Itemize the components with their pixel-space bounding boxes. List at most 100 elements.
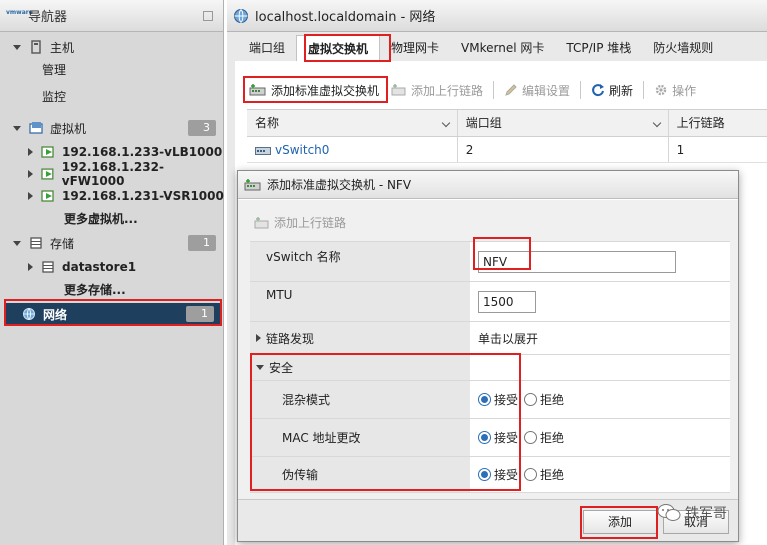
page-title: localhost.localdomain - 网络 — [255, 10, 436, 25]
form-row-name: vSwitch 名称 NFV — [250, 242, 730, 282]
chevron-down-icon[interactable] — [13, 44, 21, 50]
actions-button[interactable]: 操作 — [648, 77, 702, 103]
chevron-right-icon[interactable] — [28, 170, 33, 178]
mtu-cell: 1500 — [470, 282, 730, 321]
column-header-uplinks[interactable]: 上行链路 — [669, 110, 767, 136]
radio-selected-icon[interactable] — [478, 393, 491, 406]
nav-item-more-storage[interactable]: 更多存储... — [0, 278, 224, 300]
nav-item-storage[interactable]: 存储 1 — [0, 232, 224, 254]
add-uplink-label: 添加上行链路 — [274, 216, 347, 230]
vm-powered-on-icon — [41, 190, 54, 202]
watermark-text: 铁军哥 — [685, 506, 727, 522]
dialog-title: 添加标准虚拟交换机 - NFV — [267, 178, 412, 192]
toolbar-divider — [493, 81, 495, 99]
add-uplink-button[interactable]: 添加上行链路 — [385, 77, 489, 103]
forged-reject-radio[interactable]: 拒绝 — [524, 466, 564, 483]
nav-item-vm-vsr[interactable]: 192.168.1.231-VSR1000 — [0, 185, 224, 207]
toolbar-divider — [580, 81, 582, 99]
nav-item-more-vms[interactable]: 更多虚拟机... — [0, 207, 224, 229]
dialog-body: 添加上行链路 vSwitch 名称 NFV MTU 1500 链路发现 单击以展… — [238, 200, 738, 499]
chevron-down-icon[interactable] — [256, 365, 264, 370]
chevron-right-icon[interactable] — [28, 192, 33, 200]
nav-item-label: 192.168.1.231-VSR1000 — [62, 189, 224, 203]
chevron-right-icon[interactable] — [28, 148, 33, 156]
vswitch-link[interactable]: vSwitch0 — [275, 143, 329, 157]
chevron-right-icon[interactable] — [28, 263, 33, 271]
promiscuous-options: 接受 拒绝 — [470, 381, 730, 418]
column-label: 名称 — [255, 116, 280, 130]
nav-item-label: 192.168.1.232-vFW1000 — [61, 160, 164, 188]
network-count-badge: 1 — [186, 306, 214, 322]
chevron-right-icon[interactable] — [256, 334, 261, 342]
tab-physical-nics[interactable]: 物理网卡 — [380, 35, 450, 61]
form-row-security[interactable]: 安全 — [250, 355, 730, 381]
column-header-portgroups[interactable]: 端口组 — [458, 110, 669, 136]
radio-label: 接受 — [494, 431, 519, 445]
radio-unselected-icon[interactable] — [524, 393, 538, 406]
radio-unselected-icon[interactable] — [524, 431, 538, 444]
nav-item-vm-vfw[interactable]: 192.168.1.232-vFW1000 — [0, 160, 224, 188]
form-row-mac-change: MAC 地址更改 接受 拒绝 — [250, 419, 730, 457]
datastore-icon — [42, 261, 54, 273]
vswitch-name-input[interactable]: NFV — [478, 250, 676, 273]
gear-icon — [655, 84, 667, 96]
security-toggle[interactable]: 安全 — [250, 355, 470, 380]
vm-powered-on-icon — [41, 146, 54, 158]
link-discovery-value[interactable]: 单击以展开 — [470, 322, 730, 354]
nav-item-label: 更多虚拟机... — [64, 211, 138, 226]
pencil-icon — [505, 84, 517, 96]
tab-portgroups[interactable]: 端口组 — [238, 35, 296, 61]
refresh-label: 刷新 — [609, 83, 634, 98]
nav-item-host[interactable]: 主机 — [0, 36, 224, 58]
form-row-forged: 伪传输 接受 拒绝 — [250, 457, 730, 493]
chevron-down-icon[interactable] — [441, 118, 451, 128]
radio-selected-icon[interactable] — [478, 431, 491, 444]
nav-item-network[interactable]: 网络 1 — [6, 303, 220, 325]
dialog-add-uplink-button[interactable]: 添加上行链路 — [254, 214, 346, 231]
refresh-button[interactable]: 刷新 — [585, 77, 639, 103]
cell-uplinks: 1 — [676, 143, 685, 157]
mtu-input[interactable]: 1500 — [478, 290, 536, 313]
nav-item-vms[interactable]: 虚拟机 3 — [0, 117, 224, 139]
chevron-down-icon[interactable] — [13, 125, 21, 131]
column-header-name[interactable]: 名称 — [247, 110, 458, 136]
table-header: 名称 端口组 上行链路 — [247, 109, 767, 137]
collapse-icon[interactable] — [203, 11, 213, 21]
forged-label: 伪传输 — [250, 457, 470, 492]
chevron-down-icon[interactable] — [652, 118, 661, 128]
forged-accept-radio[interactable]: 接受 — [478, 466, 518, 483]
mac-change-reject-radio[interactable]: 拒绝 — [524, 429, 564, 446]
tab-firewall-rules[interactable]: 防火墙规则 — [642, 35, 724, 61]
security-value — [470, 355, 730, 380]
vm-powered-on-icon — [41, 168, 54, 180]
tab-tcpip-stacks[interactable]: TCP/IP 堆栈 — [555, 35, 642, 61]
nav-item-datastore1[interactable]: datastore1 — [0, 256, 224, 278]
toolbar: 添加标准虚拟交换机 添加上行链路 编辑设置 刷新 操作 — [243, 75, 702, 105]
nav-item-label: datastore1 — [62, 260, 137, 274]
chevron-down-icon[interactable] — [13, 240, 21, 246]
radio-selected-icon[interactable] — [478, 468, 491, 481]
promiscuous-reject-radio[interactable]: 拒绝 — [524, 391, 564, 408]
add-uplink-label: 添加上行链路 — [411, 83, 484, 98]
nav-item-monitor[interactable]: 监控 — [0, 85, 224, 107]
vswitch-name-label: vSwitch 名称 — [250, 242, 470, 281]
edit-settings-button[interactable]: 编辑设置 — [498, 77, 576, 103]
add-uplink-icon — [391, 84, 406, 96]
add-button[interactable]: 添加 — [583, 510, 657, 534]
radio-unselected-icon[interactable] — [524, 468, 538, 481]
table-row[interactable]: vSwitch0 2 1 — [247, 137, 767, 163]
storage-icon — [30, 237, 42, 249]
promiscuous-accept-radio[interactable]: 接受 — [478, 391, 518, 408]
forged-options: 接受 拒绝 — [470, 457, 730, 492]
nav-item-manage[interactable]: 管理 — [0, 58, 224, 80]
tab-vmkernel-nics[interactable]: VMkernel 网卡 — [450, 35, 555, 61]
tab-vswitches[interactable]: 虚拟交换机 — [296, 35, 381, 61]
mac-change-accept-radio[interactable]: 接受 — [478, 429, 518, 446]
add-standard-vswitch-button[interactable]: 添加标准虚拟交换机 — [243, 77, 385, 103]
form-row-link-discovery[interactable]: 链路发现 单击以展开 — [250, 322, 730, 355]
vmware-logo: vmware — [6, 8, 33, 16]
nav-item-label: 更多存储... — [64, 282, 126, 297]
cell-name[interactable]: vSwitch0 — [247, 137, 458, 162]
cell-portgroups: 2 — [458, 137, 669, 162]
link-discovery-toggle[interactable]: 链路发现 — [250, 322, 470, 354]
